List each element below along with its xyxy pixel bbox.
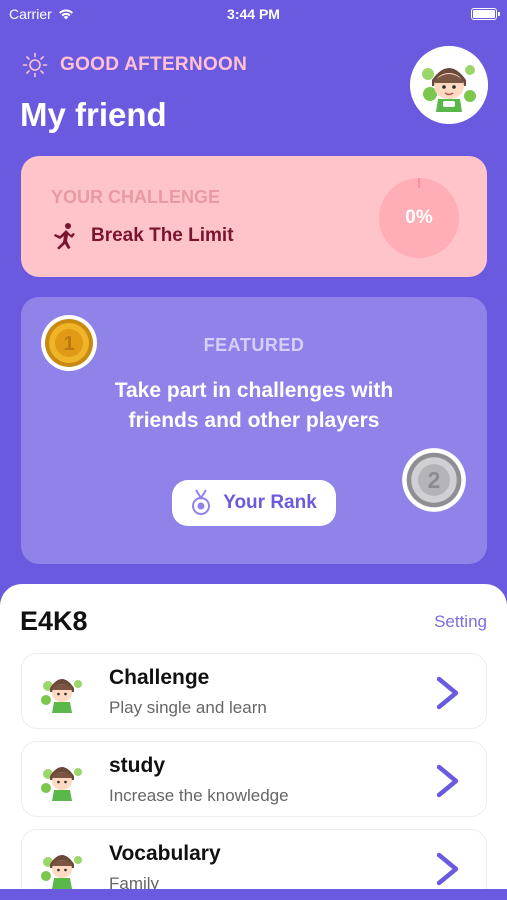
section-title: E4K8 — [20, 606, 88, 636]
chevron-right-icon[interactable] — [430, 674, 464, 712]
challenge-progress-ring: 0% — [379, 178, 459, 258]
runner-icon — [54, 223, 75, 250]
status-bar: Carrier 3:44 PM — [0, 0, 507, 28]
menu-item-title: Challenge — [109, 666, 210, 689]
character-icon — [41, 679, 82, 713]
greeting-row: GOOD AFTERNOON — [22, 52, 247, 78]
featured-kicker: FEATURED — [203, 335, 305, 355]
challenge-card[interactable]: YOUR CHALLENGE Break The Limit 0% — [21, 156, 487, 277]
challenge-row: Break The Limit — [51, 222, 234, 250]
featured-card: 1 FEATURED Take part in challenges with … — [21, 297, 487, 564]
challenge-progress-label: 0% — [405, 207, 433, 228]
menu-item-subtitle: Increase the knowledge — [109, 786, 289, 805]
menu-item-title: Vocabulary — [109, 842, 221, 865]
menu-item-study[interactable]: study Increase the knowledge — [21, 741, 487, 817]
bottom-edge-strip — [0, 889, 507, 900]
bottom-sheet: E4K8 Setting Challenge Play single and l… — [0, 584, 507, 900]
character-icon — [41, 855, 82, 889]
menu-item-challenge[interactable]: Challenge Play single and learn — [21, 653, 487, 729]
character-icon — [41, 767, 82, 801]
setting-link[interactable]: Setting — [434, 612, 487, 632]
challenge-name: Break The Limit — [91, 225, 234, 246]
your-rank-button[interactable]: Your Rank — [172, 480, 336, 526]
battery-icon — [471, 8, 500, 20]
menu-item-subtitle: Play single and learn — [109, 698, 267, 717]
avatar-character-icon — [410, 46, 488, 124]
your-rank-label: Your Rank — [223, 492, 317, 513]
chevron-right-icon[interactable] — [430, 850, 464, 888]
medal-icon — [192, 489, 211, 515]
sun-icon — [22, 52, 48, 78]
profile-avatar[interactable] — [410, 46, 488, 124]
greeting-text: GOOD AFTERNOON — [60, 54, 248, 75]
menu-item-title: study — [109, 754, 166, 777]
featured-description: Take part in challenges with friends and… — [114, 379, 394, 432]
status-time: 3:44 PM — [227, 6, 280, 22]
challenge-kicker: YOUR CHALLENGE — [51, 187, 221, 207]
silver-medal-number: 2 — [428, 467, 441, 493]
chevron-right-icon[interactable] — [430, 762, 464, 800]
silver-medal-icon: 2 — [402, 448, 466, 512]
page-title: My friend — [20, 96, 167, 133]
